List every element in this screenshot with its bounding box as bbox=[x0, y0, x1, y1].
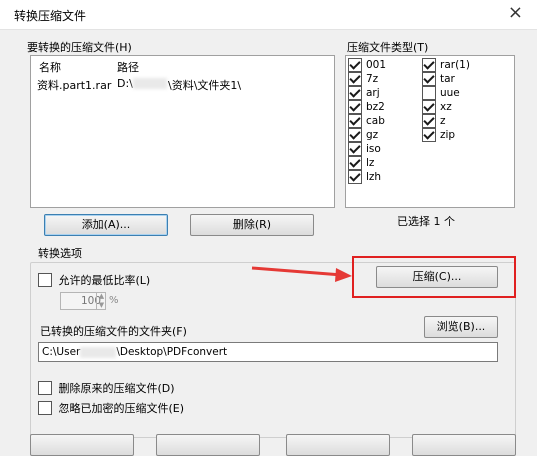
folder-label: 已转换的压缩文件的文件夹(F) bbox=[40, 325, 187, 338]
type-label: zip bbox=[440, 129, 456, 141]
close-icon[interactable]: × bbox=[508, 3, 523, 23]
min-ratio-checkbox[interactable]: 允许的最低比率(L) bbox=[38, 272, 150, 288]
types-column-1: 001 7z arj bz2 cab gz iso lz lzh bbox=[348, 58, 386, 184]
checkbox-icon bbox=[422, 86, 436, 100]
redacted-path bbox=[133, 78, 167, 89]
type-label: rar(1) bbox=[440, 59, 470, 71]
checkbox-checked-icon bbox=[348, 142, 362, 156]
checkbox-checked-icon bbox=[348, 114, 362, 128]
delete-button[interactable]: 删除(R) bbox=[190, 214, 314, 236]
delete-original-checkbox[interactable]: 删除原来的压缩文件(D) bbox=[38, 380, 175, 396]
window-title: 转换压缩文件 bbox=[14, 9, 87, 23]
type-label: xz bbox=[440, 101, 452, 113]
selected-count: 已选择 1 个 bbox=[397, 215, 455, 228]
folder-path-prefix: C:\User bbox=[42, 346, 81, 358]
file-path-suffix: \资料\文件夹1\ bbox=[168, 79, 242, 92]
table-row[interactable]: 资料.part1.rar D:\ \资料\文件夹1\ bbox=[31, 74, 334, 92]
checkbox-checked-icon bbox=[422, 128, 436, 142]
redacted-username bbox=[80, 346, 117, 358]
spinner-arrows-icon[interactable]: ▲ ▼ bbox=[96, 292, 106, 310]
file-name: 资料.part1.rar bbox=[37, 79, 112, 92]
checkbox-icon bbox=[38, 381, 52, 395]
folder-path-suffix: \Desktop\PDFconvert bbox=[116, 346, 228, 358]
type-checkbox-item[interactable]: iso bbox=[348, 142, 386, 156]
browse-button[interactable]: 浏览(B)... bbox=[424, 316, 498, 338]
ignore-encrypted-checkbox[interactable]: 忽略已加密的压缩文件(E) bbox=[38, 400, 184, 416]
checkbox-checked-icon bbox=[348, 58, 362, 72]
type-checkbox-item[interactable]: tar bbox=[422, 72, 470, 86]
type-checkbox-item[interactable]: cab bbox=[348, 114, 386, 128]
type-label: 001 bbox=[366, 59, 387, 71]
checkbox-checked-icon bbox=[348, 86, 362, 100]
column-header-path[interactable]: 路径 bbox=[117, 59, 139, 75]
checkbox-checked-icon bbox=[422, 58, 436, 72]
delete-original-label: 删除原来的压缩文件(D) bbox=[58, 382, 175, 395]
checkbox-checked-icon bbox=[422, 72, 436, 86]
type-label: arj bbox=[366, 87, 380, 99]
checkbox-checked-icon bbox=[348, 72, 362, 86]
type-label: z bbox=[440, 115, 446, 127]
checkbox-checked-icon bbox=[348, 156, 362, 170]
column-header-name[interactable]: 名称 bbox=[39, 59, 61, 75]
files-group-label: 要转换的压缩文件(H) bbox=[27, 41, 132, 54]
checkbox-checked-icon bbox=[348, 100, 362, 114]
type-label: iso bbox=[366, 143, 381, 155]
bottom-button[interactable] bbox=[156, 434, 260, 456]
type-checkbox-item[interactable]: z bbox=[422, 114, 470, 128]
type-checkbox-item[interactable]: zip bbox=[422, 128, 470, 142]
type-checkbox-item[interactable]: arj bbox=[348, 86, 386, 100]
folder-path-input[interactable]: C:\User \Desktop\PDFconvert bbox=[38, 342, 498, 362]
type-label: lzh bbox=[366, 171, 382, 183]
type-checkbox-item[interactable]: rar(1) bbox=[422, 58, 470, 72]
type-label: lz bbox=[366, 157, 375, 169]
ignore-encrypted-label: 忽略已加密的压缩文件(E) bbox=[58, 402, 185, 415]
bottom-button[interactable] bbox=[412, 434, 516, 456]
types-column-2: rar(1) tar uue xz z zip bbox=[422, 58, 470, 142]
checkbox-checked-icon bbox=[348, 128, 362, 142]
type-checkbox-item[interactable]: gz bbox=[348, 128, 386, 142]
type-checkbox-item[interactable]: uue bbox=[422, 86, 470, 100]
checkbox-checked-icon bbox=[422, 114, 436, 128]
type-checkbox-item[interactable]: lzh bbox=[348, 170, 386, 184]
file-path-prefix: D:\ bbox=[117, 77, 133, 90]
types-list[interactable]: 001 7z arj bz2 cab gz iso lz lzh rar(1) tar uue xz z… bbox=[345, 55, 515, 208]
type-checkbox-item[interactable]: 7z bbox=[348, 72, 386, 86]
options-group-label: 转换选项 bbox=[38, 247, 82, 260]
bottom-button[interactable] bbox=[286, 434, 390, 456]
type-label: 7z bbox=[366, 73, 379, 85]
min-ratio-label: 允许的最低比率(L) bbox=[58, 274, 151, 287]
add-button[interactable]: 添加(A)... bbox=[44, 214, 168, 236]
arrow-icon bbox=[251, 266, 352, 282]
type-checkbox-item[interactable]: lz bbox=[348, 156, 386, 170]
type-label: uue bbox=[440, 87, 460, 99]
type-label: cab bbox=[366, 115, 385, 127]
type-label: gz bbox=[366, 129, 379, 141]
type-label: bz2 bbox=[366, 101, 385, 113]
compress-button[interactable]: 压缩(C)... bbox=[376, 266, 498, 288]
type-checkbox-item[interactable]: bz2 bbox=[348, 100, 386, 114]
type-label: tar bbox=[440, 73, 455, 85]
type-checkbox-item[interactable]: xz bbox=[422, 100, 470, 114]
checkbox-icon bbox=[38, 273, 52, 287]
checkbox-icon bbox=[38, 401, 52, 415]
checkbox-checked-icon bbox=[348, 170, 362, 184]
min-ratio-unit: % bbox=[109, 295, 119, 306]
checkbox-checked-icon bbox=[422, 100, 436, 114]
types-group-label: 压缩文件类型(T) bbox=[347, 41, 429, 54]
type-checkbox-item[interactable]: 001 bbox=[348, 58, 386, 72]
bottom-button[interactable] bbox=[30, 434, 134, 456]
files-list[interactable]: 名称 路径 资料.part1.rar D:\ \资料\文件夹1\ bbox=[30, 55, 335, 208]
